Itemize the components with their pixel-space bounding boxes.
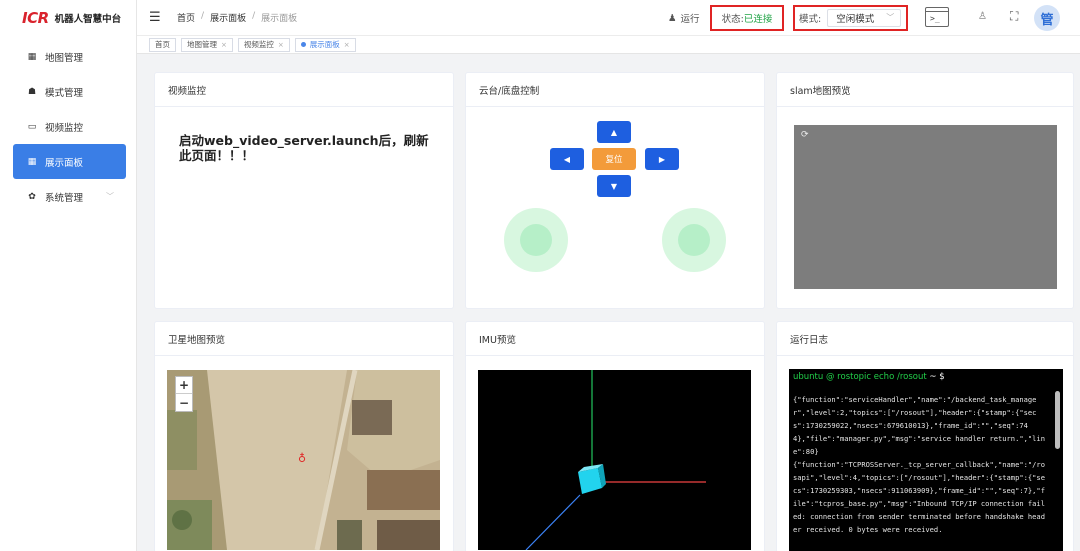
sidebar-item-label: 系统管理: [45, 192, 84, 204]
refresh-icon[interactable]: ⟳: [801, 130, 809, 140]
sidebar-item-system[interactable]: ✿ 系统管理 ﹀: [13, 179, 126, 214]
ptz-card: 云台/底盘控制 ▲ ◀ 复位 ▶ ▼: [465, 72, 765, 309]
ptz-left-button[interactable]: ◀: [550, 148, 584, 170]
terminal-button[interactable]: >_: [925, 7, 949, 27]
run-button[interactable]: ♟ 运行: [668, 11, 700, 26]
mode-label: 模式:: [799, 14, 822, 25]
logo[interactable]: ICR 机器人智慧中台: [0, 0, 136, 36]
app-title: 机器人智慧中台: [54, 14, 122, 25]
imu-axes: [525, 370, 706, 550]
map-icon: ▦: [27, 51, 37, 62]
breadcrumb-separator: /: [201, 11, 205, 21]
avatar[interactable]: 管: [1034, 5, 1060, 31]
run-icon: ♟: [668, 12, 677, 24]
log-prompt-tail: ~ $: [926, 372, 945, 382]
right-joystick[interactable]: [662, 208, 726, 272]
breadcrumb-item-current: 展示面板: [261, 14, 298, 24]
slam-card: slam地图预览 ⟳: [776, 72, 1074, 309]
grid-icon: ▦: [27, 156, 37, 167]
tag-label: 首页: [155, 40, 170, 49]
card-title: 运行日志: [777, 322, 1073, 356]
card-title: 视频监控: [155, 73, 453, 107]
sidebar-item-label: 展示面板: [45, 157, 84, 169]
sidebar-item-label: 视频监控: [45, 122, 84, 134]
imu-card: IMU预览: [465, 321, 765, 551]
tag-home[interactable]: 首页: [149, 37, 176, 52]
tag-label: 视频监控: [243, 40, 274, 49]
video-message: 启动web_video_server.launch后，刷新此页面！！！: [179, 133, 429, 163]
sidebar-menu: ▦ 地图管理 ☗ 模式管理 ▭ 视频监控 ▦ 展示面板 ✿ 系统管理 ﹀: [0, 39, 136, 214]
breadcrumb-separator: /: [252, 11, 256, 21]
fullscreen-icon[interactable]: ⛶: [1010, 9, 1018, 24]
zoom-out-button[interactable]: −: [176, 394, 192, 411]
sidebar: ICR 机器人智慧中台 ▦ 地图管理 ☗ 模式管理 ▭ 视频监控 ▦ 展示面板 …: [0, 0, 137, 551]
tag-label: 地图管理: [187, 40, 217, 49]
card-title: 云台/底盘控制: [466, 73, 764, 107]
left-joystick[interactable]: [504, 208, 568, 272]
mode-select[interactable]: 空闲模式 ﹀: [827, 9, 902, 27]
sidebar-item-label: 地图管理: [45, 52, 84, 64]
breadcrumb-item-home[interactable]: 首页: [177, 11, 195, 24]
breadcrumb-item-parent[interactable]: 展示面板: [210, 11, 246, 24]
tag-label: 展示面板: [309, 40, 340, 49]
tag-video[interactable]: 视频监控 ×: [237, 37, 290, 52]
chevron-down-icon: ﹀: [106, 192, 114, 201]
scrollbar[interactable]: [1055, 391, 1060, 449]
menu-fold-icon[interactable]: ☰: [149, 10, 163, 25]
sidebar-item-map[interactable]: ▦ 地图管理: [13, 39, 126, 74]
log-prompt-user: ubuntu @ rostopic echo /rosout: [793, 372, 927, 382]
tags-view: 首页 地图管理 × 视频监控 × 展示面板 ×: [137, 36, 1080, 54]
run-label: 运行: [680, 14, 700, 25]
sidebar-item-dashboard[interactable]: ▦ 展示面板: [13, 144, 126, 179]
active-dot-icon: [300, 42, 306, 47]
terminal-bar: [926, 8, 948, 12]
chevron-down-icon: ﹀: [886, 13, 895, 22]
card-title: 卫星地图预览: [155, 322, 453, 356]
close-icon[interactable]: ×: [278, 41, 284, 49]
mode-icon: ☗: [27, 86, 37, 97]
top-header: ☰ 首页 / 展示面板 / 展示面板 ♟ 运行 状态: 已连接 模式: 空闲模式…: [137, 0, 1080, 36]
connection-status: 状态: 已连接: [710, 5, 784, 31]
user-icon[interactable]: ♙: [978, 11, 987, 22]
joystick-knob[interactable]: [678, 224, 710, 256]
satellite-card: 卫星地图预览 + − ♁: [154, 321, 454, 551]
joystick-knob[interactable]: [520, 224, 552, 256]
ptz-reset-button[interactable]: 复位: [592, 148, 636, 170]
ptz-right-button[interactable]: ▶: [645, 148, 679, 170]
ptz-down-button[interactable]: ▼: [597, 175, 631, 197]
log-prompt: ubuntu @ rostopic echo /rosout ~ $: [789, 369, 1063, 385]
log-output: {"function":"serviceHandler","name":"/ba…: [793, 395, 1045, 534]
logo-mark: ICR: [22, 9, 49, 27]
zoom-in-button[interactable]: +: [176, 377, 192, 394]
ptz-up-button[interactable]: ▲: [597, 121, 631, 143]
tag-dashboard[interactable]: 展示面板 ×: [294, 37, 356, 52]
video-card: 视频监控 启动web_video_server.launch后，刷新此页面！！！: [154, 72, 454, 309]
slam-map-canvas[interactable]: ⟳: [794, 125, 1057, 289]
card-title: slam地图预览: [777, 73, 1073, 107]
location-marker-icon[interactable]: ♁: [298, 452, 306, 465]
log-card: 运行日志 ubuntu @ rostopic echo /rosout ~ $ …: [776, 321, 1074, 551]
card-title: IMU预览: [466, 322, 764, 356]
imu-3d-view[interactable]: [478, 370, 751, 550]
status-label: 状态:: [721, 14, 744, 25]
mode-select-value: 空闲模式: [836, 14, 875, 25]
settings-icon: ✿: [28, 191, 36, 202]
log-terminal[interactable]: ubuntu @ rostopic echo /rosout ~ $ {"fun…: [789, 369, 1063, 551]
tag-map[interactable]: 地图管理 ×: [181, 37, 233, 52]
video-icon: ▭: [27, 121, 37, 132]
sidebar-item-mode[interactable]: ☗ 模式管理: [13, 74, 126, 109]
terminal-icon: >_: [930, 14, 940, 23]
sidebar-item-label: 模式管理: [45, 87, 84, 99]
mode-control: 模式: 空闲模式 ﹀: [793, 5, 908, 31]
status-value: 已连接: [743, 14, 773, 25]
zoom-control: + −: [175, 376, 193, 412]
close-icon[interactable]: ×: [221, 41, 227, 49]
satellite-map[interactable]: + − ♁: [167, 370, 440, 550]
breadcrumb: 首页 / 展示面板 / 展示面板: [177, 11, 297, 24]
sidebar-item-video[interactable]: ▭ 视频监控: [13, 109, 126, 144]
close-icon[interactable]: ×: [344, 41, 350, 49]
